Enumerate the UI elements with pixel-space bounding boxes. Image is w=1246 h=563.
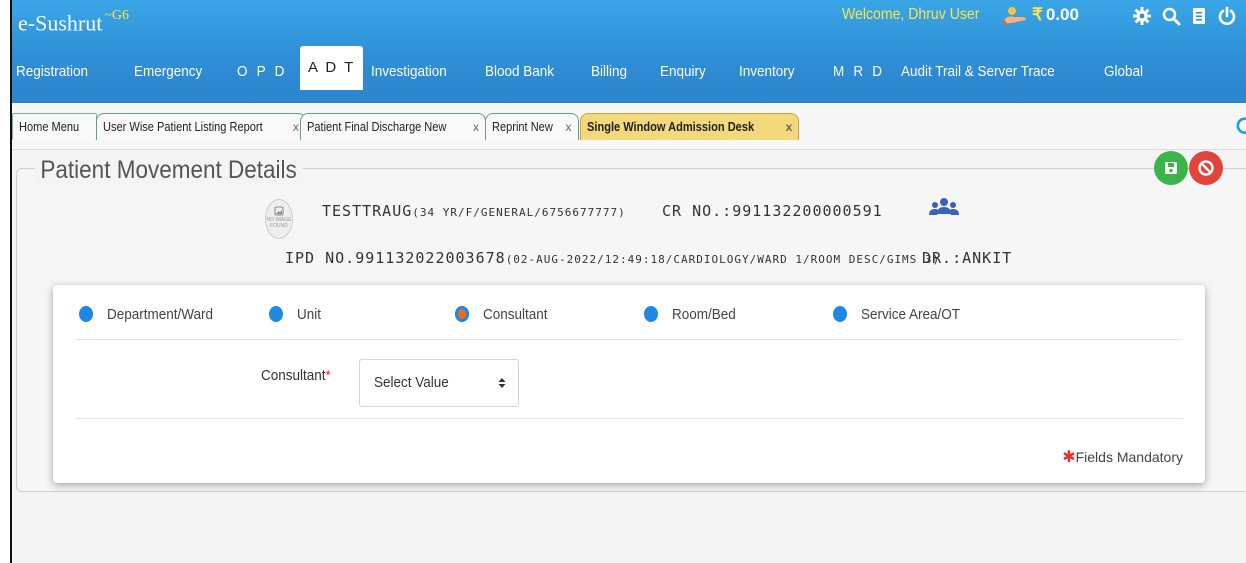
cancel-button[interactable] [1189, 151, 1223, 185]
search-icon[interactable] [1161, 6, 1181, 26]
refresh-icon[interactable] [1234, 115, 1246, 137]
ipd-summary: IPD NO.991132022003678(02-AUG-2022/12:49… [285, 249, 940, 267]
consultant-label-text: Consultant [261, 367, 326, 384]
save-icon [1165, 162, 1177, 174]
consultant-label: Consultant* [261, 367, 331, 384]
nav-billing[interactable]: Billing [591, 62, 627, 82]
step-consultant[interactable]: Consultant [455, 303, 555, 325]
tab-strip: Home Menu User Wise Patient Listing Repo… [12, 103, 1246, 150]
tab-user-wise-patient-listing[interactable]: User Wise Patient Listing Report x [96, 113, 306, 140]
nav-enquiry[interactable]: Enquiry [660, 62, 706, 82]
step-service-area-ot[interactable]: Service Area/OT [833, 303, 971, 325]
cr-number: CR NO.:991132200000591 [662, 202, 883, 220]
document-icon[interactable] [1189, 6, 1209, 26]
tab-close-icon[interactable]: x [293, 120, 299, 134]
top-header: e-Sushrut~G6 Welcome, Dhruv User ₹0.00 [12, 0, 1246, 103]
tab-label: Reprint New [492, 119, 553, 134]
tab-label: Patient Final Discharge New [307, 119, 447, 134]
nav-global[interactable]: Global [1104, 62, 1143, 82]
step-label: Room/Bed [672, 305, 736, 323]
movement-form-card: Department/Ward Unit Consultant Room/Bed… [53, 285, 1205, 483]
step-label: Department/Ward [107, 305, 214, 323]
step-label: Consultant [483, 305, 548, 323]
step-dot [833, 306, 847, 322]
step-dot [269, 306, 283, 322]
tab-patient-final-discharge[interactable]: Patient Final Discharge New x [300, 113, 487, 140]
consultant-select[interactable]: Select Value [359, 359, 519, 407]
nav-inventory[interactable]: Inventory [739, 62, 795, 82]
nav-audit-trail[interactable]: Audit Trail & Server Trace [901, 62, 1055, 82]
balance-amount: ₹0.00 [1032, 4, 1079, 26]
ipd-details: (02-AUG-2022/12:49:18/CARDIOLOGY/WARD 1/… [505, 253, 941, 266]
divider [75, 418, 1183, 419]
mandatory-note-text: Fields Mandatory [1075, 449, 1183, 465]
welcome-text: Welcome, Dhruv User [842, 6, 980, 23]
nav-mrd[interactable]: M R D [833, 62, 885, 82]
no-image-text: NO IMAGE FOUND [266, 217, 292, 229]
balance-value: 0.00 [1045, 5, 1079, 24]
step-label: Unit [297, 305, 322, 323]
step-department-ward[interactable]: Department/Ward [79, 303, 225, 325]
asterisk-icon: ✱ [1062, 449, 1076, 466]
main-nav: Registration Emergency O P D A D T Inves… [12, 46, 1246, 92]
step-unit[interactable]: Unit [269, 303, 324, 325]
patient-summary: TESTTRAUG(34 YR/F/GENERAL/6756677777) [322, 202, 626, 220]
consultant-select-value: Select Value [374, 374, 449, 391]
tab-close-icon[interactable]: x [566, 120, 572, 134]
nav-adt[interactable]: A D T [300, 46, 364, 90]
tab-label: User Wise Patient Listing Report [103, 119, 263, 134]
doctor-name: DR.:ANKIT [922, 249, 1013, 267]
nav-registration[interactable]: Registration [16, 62, 88, 82]
app-logo[interactable]: e-Sushrut ~G6 [18, 6, 129, 36]
patient-name: TESTTRAUG [322, 202, 413, 220]
nav-blood-bank[interactable]: Blood Bank [485, 62, 554, 82]
ipd-number: IPD NO.991132022003678 [285, 249, 506, 267]
step-room-bed[interactable]: Room/Bed [644, 303, 743, 325]
patient-details: (34 YR/F/GENERAL/6756677777) [412, 206, 626, 219]
save-button[interactable] [1154, 151, 1188, 185]
wallet-hand-icon [1004, 7, 1026, 25]
app-window: e-Sushrut~G6 Welcome, Dhruv User ₹0.00 [10, 0, 1246, 563]
step-label: Service Area/OT [861, 305, 961, 323]
divider [75, 339, 1183, 340]
tab-single-window-admission-desk[interactable]: Single Window Admission Desk x [580, 113, 800, 140]
nav-opd[interactable]: O P D [237, 62, 287, 82]
patient-photo: NO IMAGE FOUND [265, 199, 293, 239]
tab-label: Home Menu [19, 119, 80, 134]
ban-icon [1198, 160, 1214, 176]
sort-caret-icon [498, 378, 506, 388]
tab-reprint-new[interactable]: Reprint New x [485, 113, 579, 140]
tab-close-icon[interactable]: x [786, 120, 793, 134]
nav-investigation[interactable]: Investigation [371, 62, 447, 82]
step-dot [644, 306, 658, 322]
image-placeholder-icon [274, 206, 284, 216]
users-group-icon[interactable] [929, 196, 959, 220]
tab-home-menu[interactable]: Home Menu [12, 113, 97, 140]
nav-emergency[interactable]: Emergency [134, 62, 202, 82]
page-title: Patient Movement Details [35, 155, 303, 185]
app-name: e-Sushrut [18, 10, 103, 36]
tab-close-icon[interactable]: x [473, 120, 479, 134]
app-version: ~G6 [104, 8, 130, 23]
currency-symbol: ₹ [1032, 5, 1043, 24]
gear-icon[interactable] [1132, 6, 1152, 26]
required-mark: * [325, 367, 331, 384]
step-dot-current [455, 306, 469, 322]
step-dot [79, 306, 93, 322]
power-icon[interactable] [1217, 6, 1237, 26]
mandatory-note: ✱Fields Mandatory [1062, 447, 1183, 467]
tab-label: Single Window Admission Desk [587, 119, 755, 134]
